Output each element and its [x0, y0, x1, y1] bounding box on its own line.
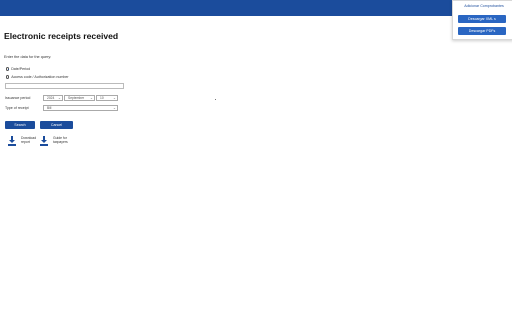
- taxpayer-guide-line2: taxpayers: [53, 140, 68, 145]
- radio-access-code[interactable]: Access code / Authorization number: [6, 74, 69, 80]
- extension-popup: Adicionar Comprobantes Descargar XML s D…: [452, 0, 512, 40]
- receipt-type-value: Bill: [47, 106, 52, 110]
- day-select[interactable]: 10 ⌄: [96, 95, 118, 101]
- month-select[interactable]: September ⌄: [64, 95, 95, 101]
- download-report-line2: report: [21, 140, 30, 145]
- year-value: 2024: [47, 96, 55, 100]
- radio-date-period-label: Date/Period: [11, 67, 31, 71]
- receipt-type-label: Type of receipt: [5, 106, 29, 110]
- popup-title: Adicionar Comprobantes: [464, 4, 504, 8]
- chevron-down-icon: ⌄: [89, 96, 93, 100]
- year-select[interactable]: 2024 ⌄: [43, 95, 63, 101]
- download-report-link[interactable]: Download report: [8, 136, 36, 146]
- access-code-input[interactable]: [5, 83, 124, 89]
- search-button[interactable]: Search: [5, 121, 35, 129]
- download-icon: [8, 136, 16, 146]
- radio-selected-icon[interactable]: [6, 67, 10, 71]
- receipt-type-select[interactable]: Bill ⌄: [43, 105, 118, 111]
- radio-date-period[interactable]: Date/Period: [6, 66, 30, 72]
- radio-unselected-icon[interactable]: [6, 75, 10, 79]
- top-header-bar: [0, 0, 512, 16]
- chevron-down-icon: ⌄: [57, 96, 61, 100]
- cancel-button[interactable]: Cancel: [40, 121, 73, 129]
- radio-access-code-label: Access code / Authorization number: [11, 75, 69, 79]
- page-title: Electronic receipts received: [4, 31, 119, 41]
- day-value: 10: [100, 96, 104, 100]
- chevron-down-icon: ⌄: [112, 106, 116, 110]
- download-xml-button[interactable]: Descargar XML s: [458, 15, 506, 23]
- stray-mark: [215, 99, 217, 101]
- chevron-down-icon: ⌄: [112, 96, 116, 100]
- issuance-period-label: Issuance period: [5, 96, 31, 100]
- taxpayer-guide-link[interactable]: Guide for taxpayers: [40, 136, 68, 146]
- download-pdf-button[interactable]: Descargar PDFs: [458, 27, 506, 35]
- month-value: September: [68, 96, 85, 100]
- query-instruction: Enter the data for the query:: [4, 55, 52, 59]
- download-icon: [40, 136, 48, 146]
